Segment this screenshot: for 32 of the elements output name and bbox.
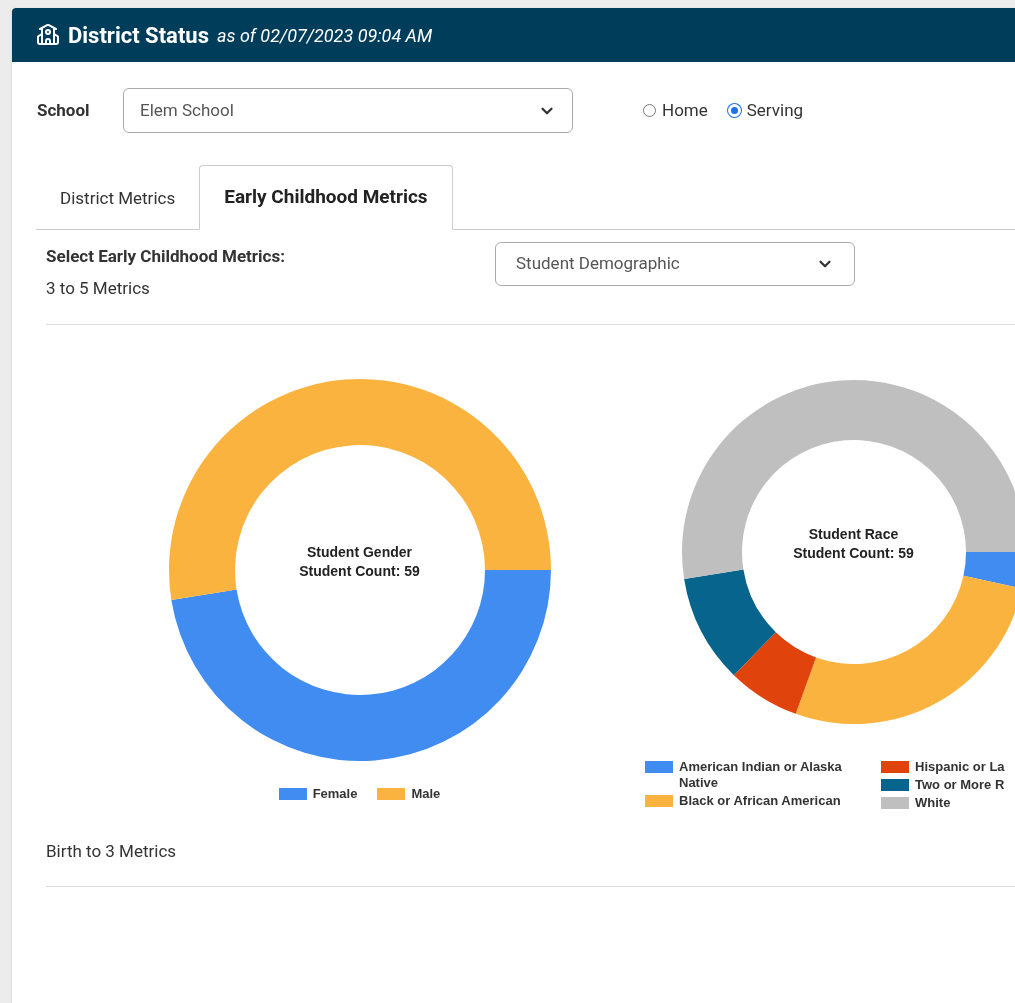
school-label: School: [37, 98, 91, 122]
metrics-label: Select Early Childhood Metrics:: [46, 245, 286, 268]
legend-label[interactable]: Two or More R: [915, 776, 1015, 793]
legend-label[interactable]: Hispanic or La: [915, 758, 1015, 775]
legend-swatch: [881, 796, 909, 809]
legend-label[interactable]: Male: [411, 785, 441, 802]
legend-label[interactable]: Female: [312, 785, 358, 802]
school-icon: [36, 23, 60, 47]
tab[interactable]: District Metrics: [36, 169, 200, 229]
section-title: Birth to 3 Metrics: [46, 839, 178, 863]
legend-swatch: [645, 760, 673, 773]
school-select[interactable]: Elem School: [123, 88, 573, 133]
legend-label[interactable]: Black or African American: [679, 792, 861, 809]
chart-title: Student Gender: [307, 542, 412, 562]
legend-swatch: [278, 787, 307, 800]
radio-option[interactable]: Serving: [727, 97, 804, 124]
legend-label[interactable]: White: [915, 794, 1015, 811]
section-title: 3 to 5 Metrics: [46, 277, 151, 300]
legend-swatch: [881, 760, 909, 773]
legend-label[interactable]: American Indian or Alaska Native: [679, 758, 861, 791]
legend-swatch: [645, 794, 673, 807]
radio-option[interactable]: Home: [643, 97, 708, 124]
header-timestamp: as of 02/07/2023 09:04 AM: [216, 23, 433, 48]
tab[interactable]: Early Childhood Metrics: [199, 165, 453, 230]
chart-subtitle: Student Count: 59: [299, 561, 420, 581]
radio-button[interactable]: [643, 104, 656, 117]
chart-title: Student Race: [808, 524, 899, 544]
legend-swatch: [881, 778, 909, 791]
metrics-select[interactable]: Student Demographic: [495, 242, 855, 286]
legend-swatch: [377, 787, 406, 800]
chart-subtitle: Student Count: 59: [793, 543, 914, 563]
header-title: District Status: [68, 21, 209, 50]
